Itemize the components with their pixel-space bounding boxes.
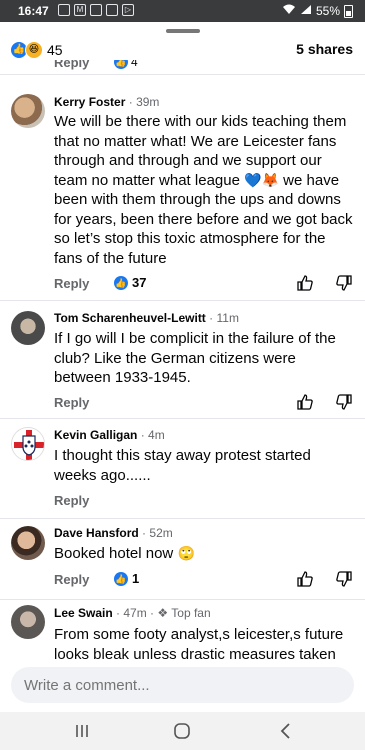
reaction-count: 45 bbox=[47, 42, 63, 58]
top-fan-icon: ❖ bbox=[157, 606, 169, 620]
reactions-summary[interactable]: 👍 😆 45 bbox=[10, 41, 63, 59]
comment-text: Booked hotel now 🙄 bbox=[54, 544, 354, 564]
fox-emoji: 🦊 bbox=[261, 171, 279, 188]
thumbs-up-icon[interactable] bbox=[296, 274, 314, 292]
comment-item: Tom Scharenheuvel-Lewitt · 11m If I go w… bbox=[0, 301, 365, 419]
reply-button[interactable]: Reply bbox=[54, 395, 89, 410]
comment-item: Kevin Galligan · 4m I thought this stay … bbox=[0, 419, 365, 519]
notification-icon bbox=[58, 4, 70, 16]
signal-icon bbox=[300, 4, 312, 18]
comment-actions: Reply 👍 1 bbox=[54, 570, 354, 590]
author-name[interactable]: Kevin Galligan bbox=[54, 428, 137, 442]
reply-button[interactable]: Reply bbox=[54, 493, 89, 508]
author-name[interactable]: Kerry Foster bbox=[54, 95, 125, 109]
comment-time: 4m bbox=[148, 428, 165, 442]
thumbs-down-icon[interactable] bbox=[335, 570, 353, 588]
email-icon: M bbox=[74, 4, 86, 16]
comment-author[interactable]: Tom Scharenheuvel-Lewitt · 11m bbox=[54, 311, 239, 325]
status-right: 55% bbox=[282, 4, 353, 18]
status-time: 16:47 bbox=[18, 4, 49, 18]
thumbs-up-icon[interactable] bbox=[296, 570, 314, 588]
comment-time: 52m bbox=[149, 526, 173, 540]
avatar[interactable] bbox=[11, 94, 45, 128]
like-count-value: 37 bbox=[132, 275, 147, 290]
recent-apps-icon[interactable] bbox=[72, 721, 92, 741]
comment-input[interactable] bbox=[11, 667, 354, 703]
thumbs-down-icon[interactable] bbox=[335, 274, 353, 292]
gallery-icon bbox=[90, 4, 102, 16]
comment-item: Dave Hansford · 52m Booked hotel now 🙄 R… bbox=[0, 519, 365, 600]
home-icon[interactable] bbox=[172, 721, 192, 741]
avatar[interactable] bbox=[11, 311, 45, 345]
like-count[interactable]: 👍 37 bbox=[114, 275, 146, 290]
top-fan-badge: Top fan bbox=[171, 606, 211, 620]
battery-percent: 55% bbox=[315, 4, 340, 18]
comment-time: 11m bbox=[216, 311, 239, 325]
battery-icon bbox=[344, 4, 353, 18]
notification-icons: M ▷ bbox=[58, 4, 134, 16]
wifi-icon bbox=[282, 4, 296, 18]
haha-reaction-icon: 😆 bbox=[25, 41, 43, 59]
comment-author[interactable]: Kevin Galligan · 4m bbox=[54, 428, 165, 442]
reply-button[interactable]: Reply bbox=[54, 60, 89, 70]
comment-actions: Reply 👍 37 bbox=[54, 274, 354, 294]
comment-text: If I go will I be complicit in the failu… bbox=[54, 330, 336, 386]
back-icon[interactable] bbox=[276, 721, 296, 741]
play-icon: ▷ bbox=[122, 4, 134, 16]
comment-item: Lee Swain · 47m · ❖ Top fan From some fo… bbox=[0, 600, 365, 662]
partial-comment-actions: Reply 👍 4 bbox=[0, 60, 365, 75]
comment-text: I thought this stay away protest started… bbox=[54, 447, 311, 484]
author-name[interactable]: Lee Swain bbox=[54, 606, 113, 620]
comment-author[interactable]: Lee Swain · 47m · ❖ Top fan bbox=[54, 606, 211, 620]
thumbs-down-icon[interactable] bbox=[335, 393, 353, 411]
blue-heart-emoji: 💙 bbox=[244, 171, 262, 188]
comment-item: Kerry Foster · 39m We will be there with… bbox=[0, 88, 365, 301]
avatar[interactable] bbox=[11, 605, 45, 639]
like-count-value: 1 bbox=[132, 571, 140, 586]
rolling-eyes-emoji: 🙄 bbox=[177, 545, 195, 561]
comment-actions: Reply bbox=[54, 393, 354, 413]
comment-text: We will be there with our kids teaching … bbox=[54, 112, 354, 268]
comment-actions: Reply bbox=[54, 491, 354, 511]
reply-button[interactable]: Reply bbox=[54, 276, 89, 291]
like-count-value: 4 bbox=[131, 60, 138, 69]
comment-time: 47m bbox=[123, 606, 147, 620]
like-badge-icon: 👍 bbox=[114, 571, 128, 586]
comment-text-part-1: Booked hotel now bbox=[54, 545, 174, 562]
news-icon bbox=[106, 4, 118, 16]
england-crest-icon bbox=[12, 428, 44, 460]
author-name[interactable]: Tom Scharenheuvel-Lewitt bbox=[54, 311, 206, 325]
like-badge-icon: 👍 bbox=[114, 275, 128, 290]
avatar[interactable] bbox=[11, 427, 45, 461]
status-bar: 16:47 M ▷ 55% bbox=[0, 0, 365, 22]
avatar[interactable] bbox=[11, 526, 45, 560]
comment-text: From some footy analyst,s leicester,s fu… bbox=[54, 626, 344, 662]
author-name[interactable]: Dave Hansford bbox=[54, 526, 139, 540]
comment-author[interactable]: Dave Hansford · 52m bbox=[54, 526, 173, 540]
like-badge-icon: 👍 bbox=[114, 60, 128, 69]
drag-handle[interactable] bbox=[166, 29, 200, 33]
system-nav-bar bbox=[0, 712, 365, 750]
thumbs-up-icon[interactable] bbox=[296, 393, 314, 411]
like-count[interactable]: 👍 1 bbox=[114, 571, 139, 586]
comment-author[interactable]: Kerry Foster · 39m bbox=[54, 95, 159, 109]
reply-button[interactable]: Reply bbox=[54, 572, 89, 587]
shares-count[interactable]: 5 shares bbox=[296, 41, 353, 57]
comment-time: 39m bbox=[136, 95, 160, 109]
like-count: 👍 4 bbox=[114, 60, 138, 69]
